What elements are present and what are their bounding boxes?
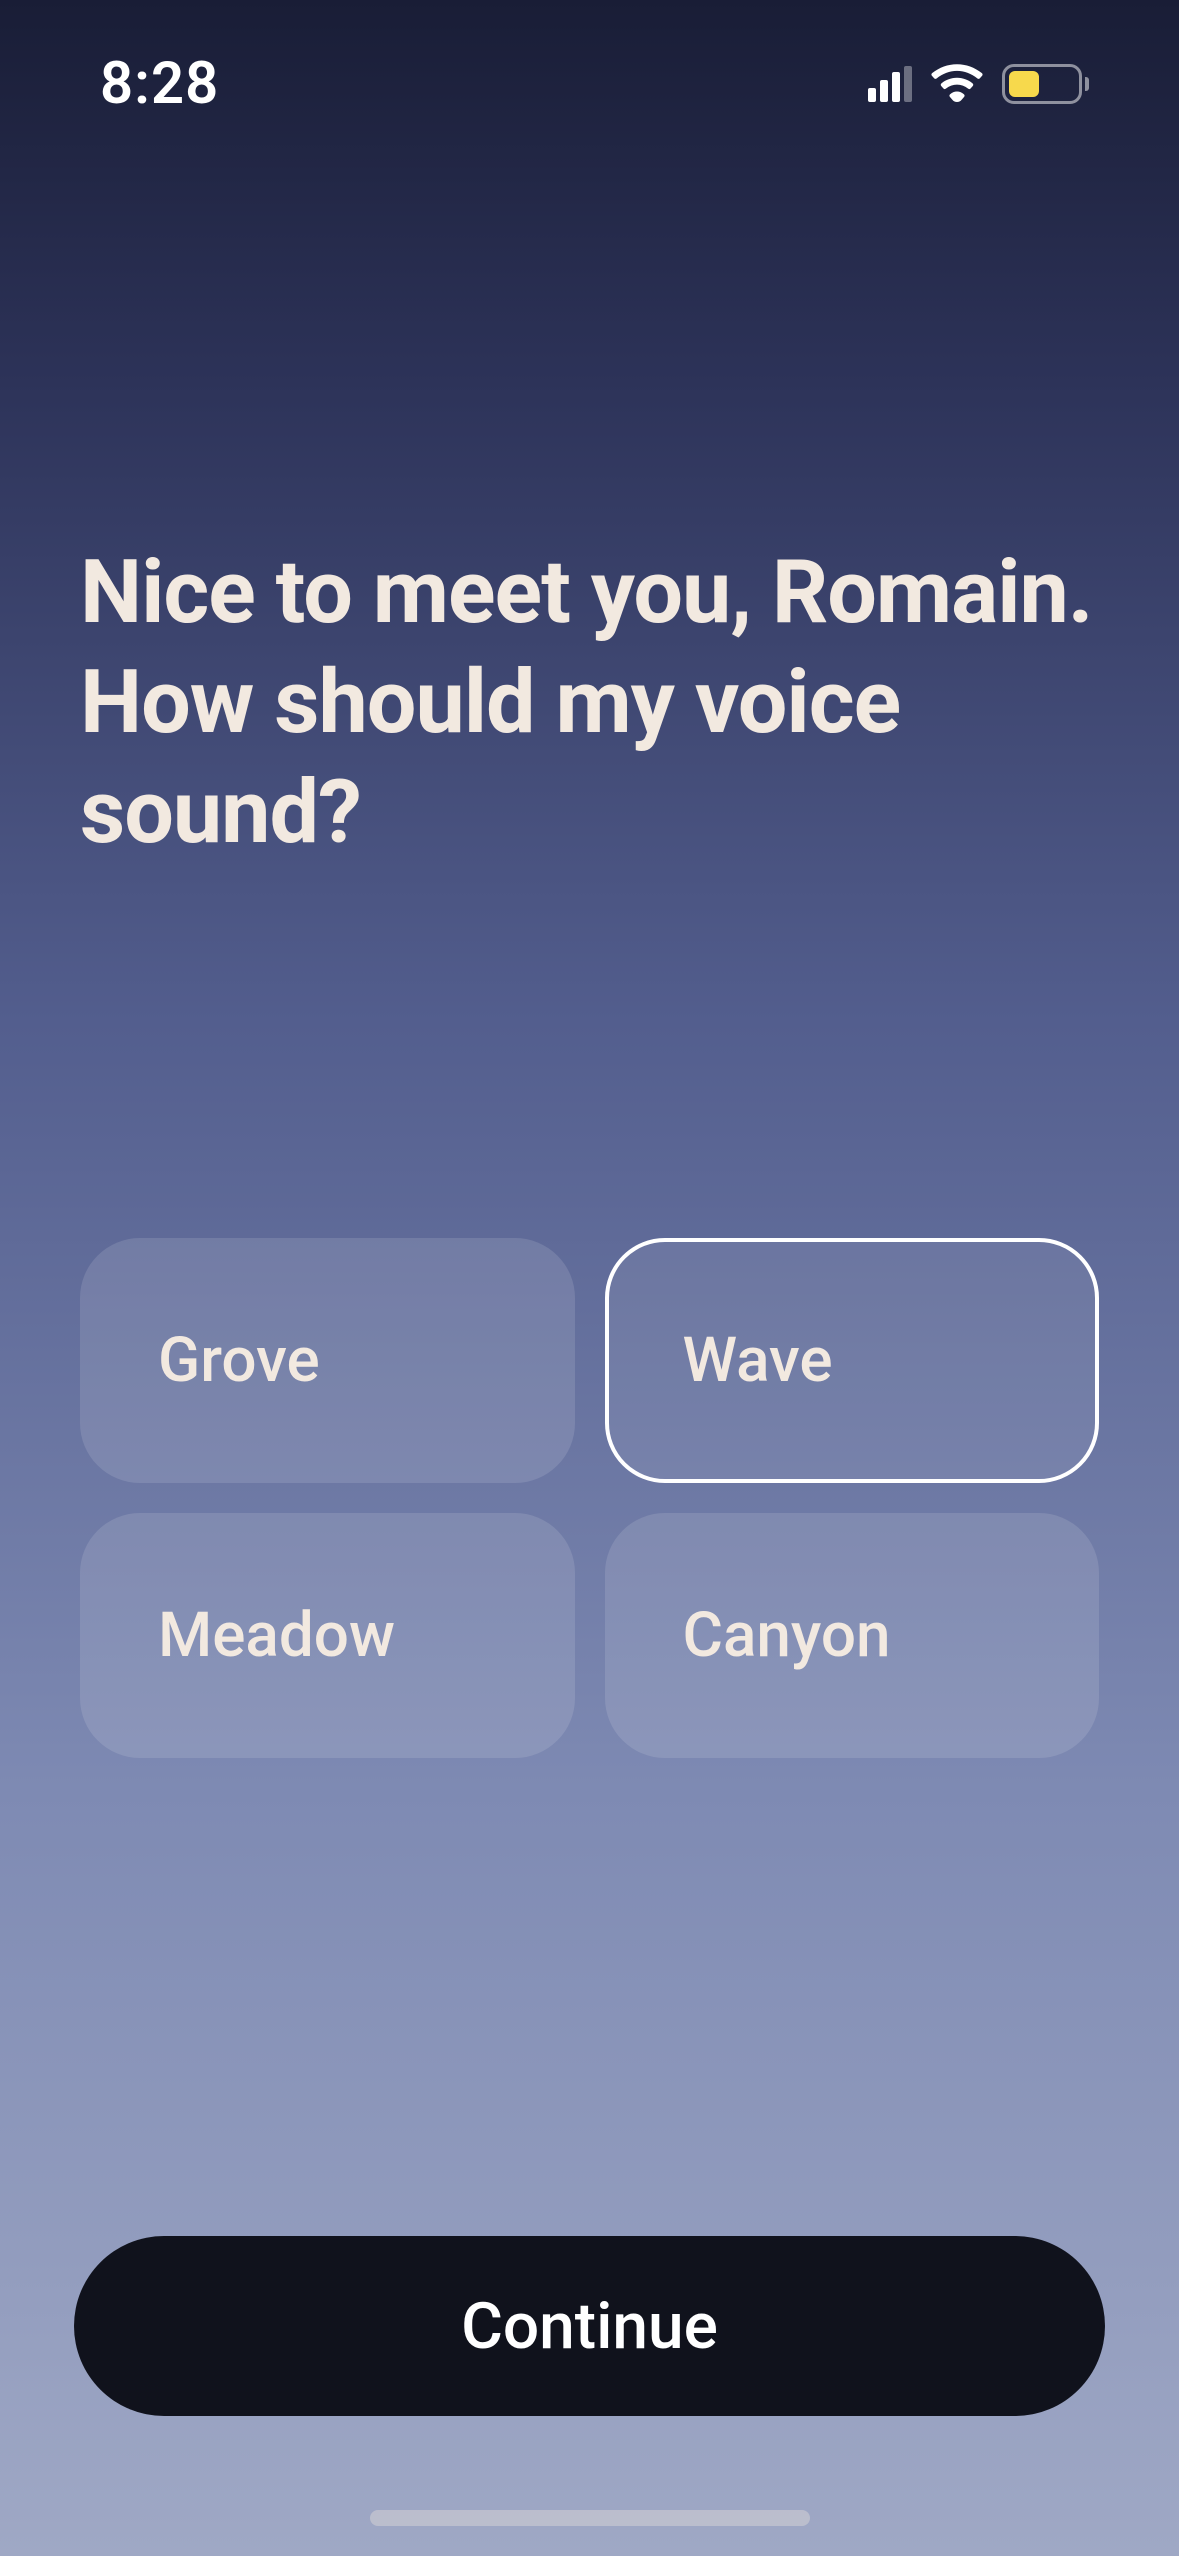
voice-option-label: Grove	[158, 1324, 320, 1397]
voice-option-canyon[interactable]: Canyon	[605, 1513, 1100, 1758]
cellular-icon	[868, 66, 912, 102]
continue-button[interactable]: Continue	[74, 2236, 1105, 2416]
continue-button-label: Continue	[461, 2289, 718, 2364]
voice-option-label: Meadow	[158, 1599, 395, 1672]
voice-option-label: Canyon	[683, 1599, 891, 1672]
voice-option-meadow[interactable]: Meadow	[80, 1513, 575, 1758]
status-time: 8:28	[100, 50, 219, 118]
main-content: Nice to meet you, Romain. How should my …	[0, 138, 1179, 1758]
voice-option-wave[interactable]: Wave	[605, 1238, 1100, 1483]
wifi-icon	[930, 62, 984, 106]
status-icons	[868, 62, 1089, 106]
status-bar: 8:28	[0, 0, 1179, 138]
page-heading: Nice to meet you, Romain. How should my …	[80, 538, 1099, 868]
home-indicator[interactable]	[370, 2510, 810, 2526]
voice-options-grid: Grove Wave Meadow Canyon	[80, 1238, 1099, 1758]
battery-icon	[1002, 64, 1089, 104]
voice-option-grove[interactable]: Grove	[80, 1238, 575, 1483]
voice-option-label: Wave	[683, 1324, 833, 1397]
